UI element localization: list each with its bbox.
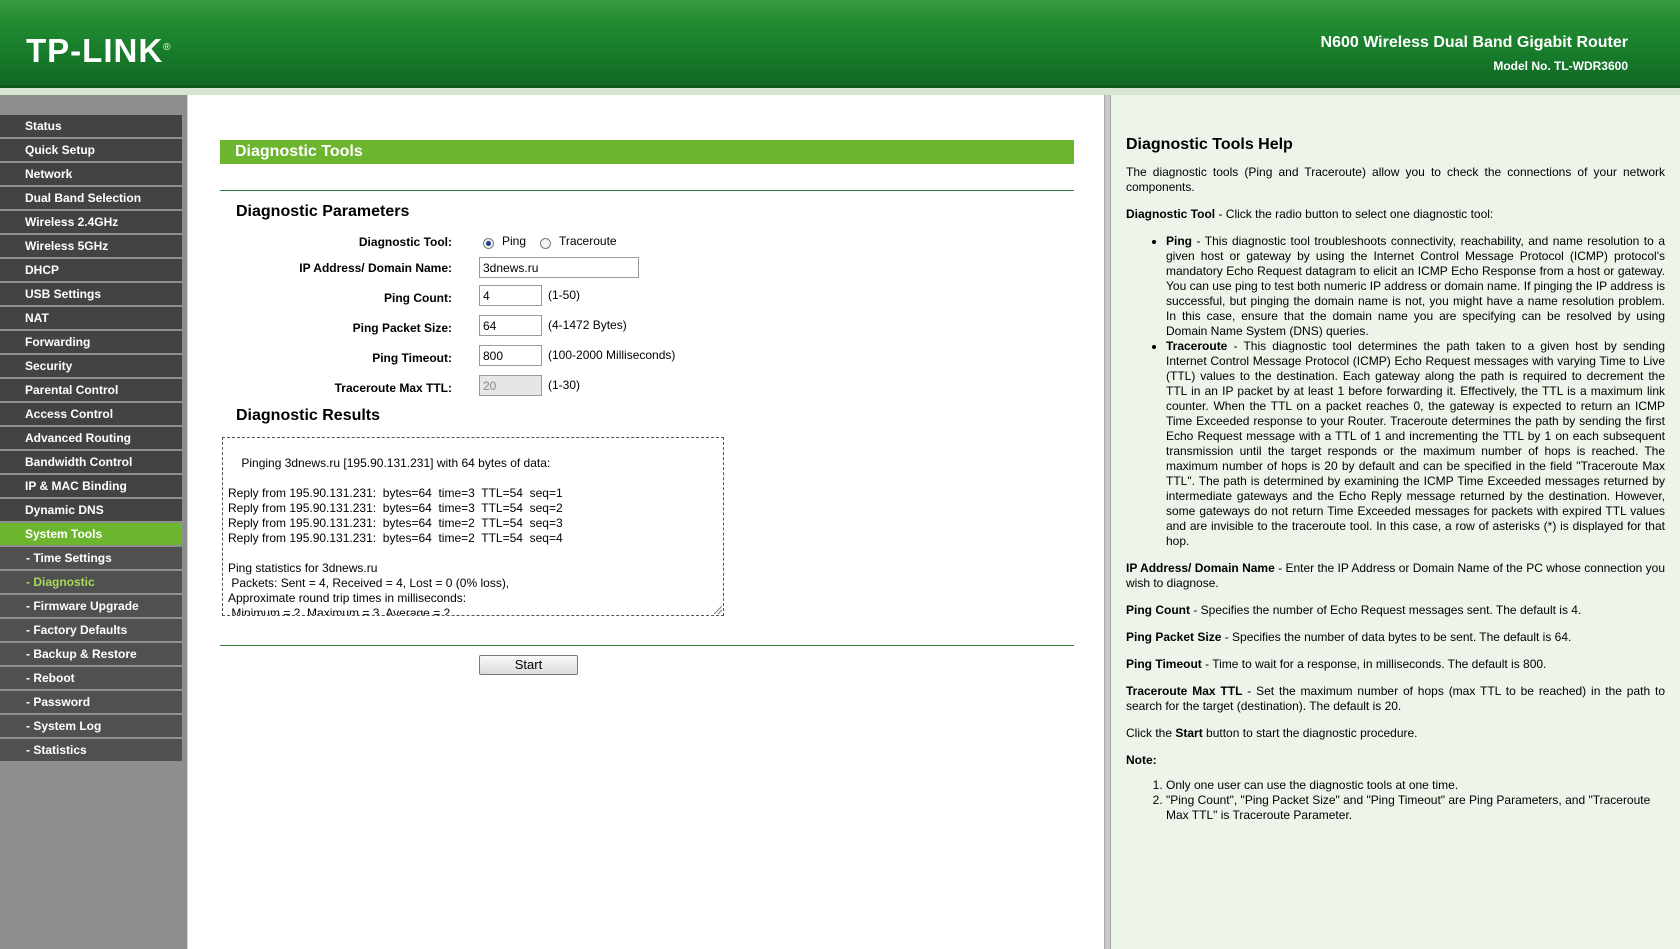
tool-label: Diagnostic Tool: [358,235,452,249]
sidebar-item-dhcp[interactable]: DHCP [0,259,182,281]
ping-count-label: Ping Count: [384,291,452,305]
header-banner: TP-LINK® N600 Wireless Dual Band Gigabit… [0,0,1680,88]
divider-top [220,190,1074,191]
main-content: Diagnostic Tools Diagnostic Parameters D… [187,95,1104,949]
ping-radio-label[interactable]: Ping [502,234,526,248]
help-ip: IP Address/ Domain Name - Enter the IP A… [1126,561,1666,590]
help-panel: Diagnostic Tools Help The diagnostic too… [1111,95,1680,949]
product-name: N600 Wireless Dual Band Gigabit Router [1320,34,1628,51]
packet-size-input[interactable] [479,315,542,336]
sidebar-item-access-control[interactable]: Access Control [0,403,182,425]
max-ttl-hint: (1-30) [548,378,581,392]
sidebar-item-statistics[interactable]: - Statistics [0,739,182,761]
sidebar-item-time-settings[interactable]: - Time Settings [0,547,182,569]
results-title: Diagnostic Results [236,407,381,424]
sidebar-item-ip-and-mac-binding[interactable]: IP & MAC Binding [0,475,182,497]
sidebar-item-network[interactable]: Network [0,163,182,185]
resize-grip-icon[interactable] [714,606,722,614]
sidebar-item-wireless-2-4ghz[interactable]: Wireless 2.4GHz [0,211,182,233]
ip-domain-input[interactable] [479,257,639,278]
ping-timeout-hint: (100-2000 Milliseconds) [548,348,676,362]
packet-size-hint: (4-1472 Bytes) [548,318,627,332]
sidebar-item-system-tools[interactable]: System Tools [0,523,182,545]
header-stripe [0,88,1680,95]
sidebar-menu: Status Quick Setup Network Dual Band Select… [0,115,182,763]
help-start: Click the Start button to start the diag… [1126,726,1418,740]
help-title: Diagnostic Tools Help [1126,136,1293,153]
traceroute-radio-label[interactable]: Traceroute [559,234,617,248]
sidebar-item-security[interactable]: Security [0,355,182,377]
sidebar-item-diagnostic[interactable]: - Diagnostic [0,571,182,593]
sidebar-item-reboot[interactable]: - Reboot [0,667,182,689]
sidebar-item-backup-and-restore[interactable]: - Backup & Restore [0,643,182,665]
packet-size-label: Ping Packet Size: [352,321,452,335]
sidebar-item-advanced-routing[interactable]: Advanced Routing [0,427,182,449]
ping-radio[interactable] [483,238,494,249]
ping-timeout-input[interactable] [479,345,542,366]
sidebar-item-nat[interactable]: NAT [0,307,182,329]
model-number: Model No. TL-WDR3600 [1493,59,1628,73]
traceroute-radio[interactable] [540,238,551,249]
sidebar-item-forwarding[interactable]: Forwarding [0,331,182,353]
help-size: Ping Packet Size - Specifies the number … [1126,630,1572,644]
help-intro: The diagnostic tools (Ping and Tracerout… [1126,165,1665,194]
sidebar-item-usb-settings[interactable]: USB Settings [0,283,182,305]
help-tool-list: Ping - This diagnostic tool troubleshoot… [1126,234,1665,549]
ip-label: IP Address/ Domain Name: [299,261,452,275]
help-timeout: Ping Timeout - Time to wait for a respon… [1126,657,1547,671]
results-text: Pinging 3dnews.ru [195.90.131.231] with … [228,456,563,616]
sidebar-item-wireless-5ghz[interactable]: Wireless 5GHz [0,235,182,257]
sidebar-item-status[interactable]: Status [0,115,182,137]
results-textarea[interactable]: Pinging 3dnews.ru [195.90.131.231] with … [222,437,724,616]
help-tool: Diagnostic Tool - Click the radio button… [1126,207,1494,221]
sidebar-item-firmware-upgrade[interactable]: - Firmware Upgrade [0,595,182,617]
start-button[interactable]: Start [479,655,578,675]
ping-count-hint: (1-50) [548,288,581,302]
page-title: Diagnostic Tools [220,140,1074,164]
help-ping-item: Ping - This diagnostic tool troubleshoot… [1166,234,1665,339]
sidebar-item-dynamic-dns[interactable]: Dynamic DNS [0,499,182,521]
sidebar-item-quick-setup[interactable]: Quick Setup [0,139,182,161]
sidebar-item-system-log[interactable]: - System Log [0,715,182,737]
help-note-item: Only one user can use the diagnostic too… [1166,778,1665,793]
ping-timeout-label: Ping Timeout: [372,351,452,365]
tp-link-logo: TP-LINK® [26,32,172,69]
ping-count-input[interactable] [479,285,542,306]
sidebar-item-factory-defaults[interactable]: - Factory Defaults [0,619,182,641]
params-title: Diagnostic Parameters [236,203,410,220]
help-count: Ping Count - Specifies the number of Ech… [1126,603,1582,617]
max-ttl-label: Traceroute Max TTL: [334,381,452,395]
sidebar-item-dual-band-selection[interactable]: Dual Band Selection [0,187,182,209]
help-ttl: Traceroute Max TTL - Set the maximum num… [1126,684,1665,713]
divider-bottom [220,645,1074,646]
help-note-item: "Ping Count", "Ping Packet Size" and "Pi… [1166,793,1665,823]
max-ttl-input [479,375,542,396]
help-notes: Only one user can use the diagnostic too… [1126,778,1665,823]
sidebar-item-parental-control[interactable]: Parental Control [0,379,182,401]
sidebar: Status Quick Setup Network Dual Band Select… [0,95,187,949]
help-note-title: Note: [1126,753,1157,767]
sidebar-item-bandwidth-control[interactable]: Bandwidth Control [0,451,182,473]
help-traceroute-item: Traceroute - This diagnostic tool determ… [1166,339,1665,549]
panel-divider[interactable] [1104,95,1111,949]
sidebar-item-password[interactable]: - Password [0,691,182,713]
